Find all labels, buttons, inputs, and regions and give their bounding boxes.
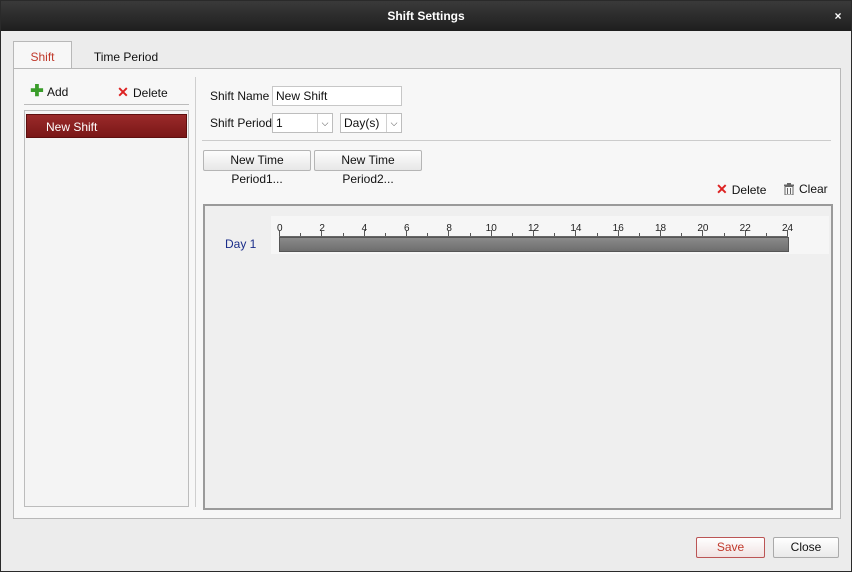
timeline: Day 1 0 2 4 6 8 10 12 14 16 18 20 22 24	[205, 206, 831, 508]
chevron-down-icon: ⌵	[317, 114, 332, 132]
day-label: Day 1	[225, 237, 257, 251]
tick-mark	[384, 233, 386, 236]
dialog-title: Shift Settings	[387, 9, 465, 23]
period-unit-value: Day(s)	[344, 116, 380, 130]
delete-shift-button[interactable]: ✕ Delete	[116, 81, 168, 103]
shift-period-select[interactable]: 1 ⌵	[272, 113, 333, 133]
x-icon: ✕	[716, 181, 728, 197]
shift-settings-dialog: Shift Settings × Shift Time Period Setti…	[0, 0, 852, 572]
close-icon[interactable]: ×	[831, 1, 845, 31]
period-unit-select[interactable]: Day(s) ⌵	[340, 113, 402, 133]
timeline-area[interactable]: Day 1 0 2 4 6 8 10 12 14 16 18 20 22 24	[203, 204, 833, 510]
shift-period-value: 1	[276, 116, 283, 130]
tick-mark	[363, 230, 365, 236]
shift-list: New Shift	[24, 110, 189, 507]
shift-name-label: Shift Name	[210, 89, 270, 103]
tick-mark	[533, 230, 534, 236]
time-period-1-button[interactable]: New Time Period1...	[203, 150, 311, 186]
divider	[202, 140, 831, 141]
add-label: Add	[47, 85, 69, 99]
tick-mark	[469, 233, 471, 236]
divider	[195, 77, 196, 507]
tick-mark	[448, 230, 450, 236]
tick-mark	[702, 230, 704, 236]
shift-name-input[interactable]: New Shift	[272, 86, 402, 106]
clear-button[interactable]: Clear	[783, 179, 828, 199]
chevron-down-icon: ⌵	[386, 114, 401, 132]
tick-mark	[596, 233, 598, 236]
title-bar[interactable]: Shift Settings ×	[1, 1, 851, 31]
tick-mark	[342, 233, 344, 236]
tick-mark	[300, 233, 302, 236]
tick-mark	[490, 230, 492, 236]
tick-mark	[681, 233, 683, 236]
delete-label: Delete	[133, 86, 168, 100]
tick-mark	[787, 230, 788, 236]
save-button[interactable]: Save	[696, 537, 765, 558]
tick-mark	[638, 233, 640, 236]
time-period-2-button[interactable]: New Time Period2...	[314, 150, 422, 186]
x-icon: ✕	[117, 84, 129, 100]
time-bar[interactable]	[279, 237, 789, 252]
divider	[24, 104, 189, 105]
delete-period-button[interactable]: ✕ Delete	[716, 179, 766, 199]
tick-mark	[427, 233, 429, 236]
close-button[interactable]: Close	[773, 537, 839, 558]
tick-mark	[765, 233, 767, 236]
trash-icon	[784, 183, 794, 195]
shift-period-label: Shift Period	[210, 116, 273, 130]
tab-time-period-settings[interactable]: Time Period Settings	[71, 43, 181, 92]
tick-mark	[554, 233, 556, 236]
delete-period-label: Delete	[731, 183, 767, 197]
clear-label: Clear	[799, 182, 828, 196]
tick-mark	[723, 233, 725, 236]
tick-mark	[617, 230, 619, 236]
add-button[interactable]: ✚ Add	[30, 81, 68, 103]
tick-mark	[660, 230, 661, 236]
plus-icon: ✚	[30, 83, 44, 100]
shift-panel: ✚ Add ✕ Delete New Shift Shift Name New Sh…	[13, 68, 841, 519]
tick-mark	[511, 233, 513, 236]
tick-mark	[279, 230, 280, 236]
tick-mark	[744, 230, 746, 236]
tab-shift[interactable]: Shift	[13, 41, 72, 70]
list-item[interactable]: New Shift	[26, 114, 187, 138]
tick-mark	[321, 230, 323, 236]
tick-mark	[575, 230, 577, 236]
left-toolbar: ✚ Add ✕ Delete	[26, 81, 190, 103]
tick-mark	[406, 230, 407, 236]
